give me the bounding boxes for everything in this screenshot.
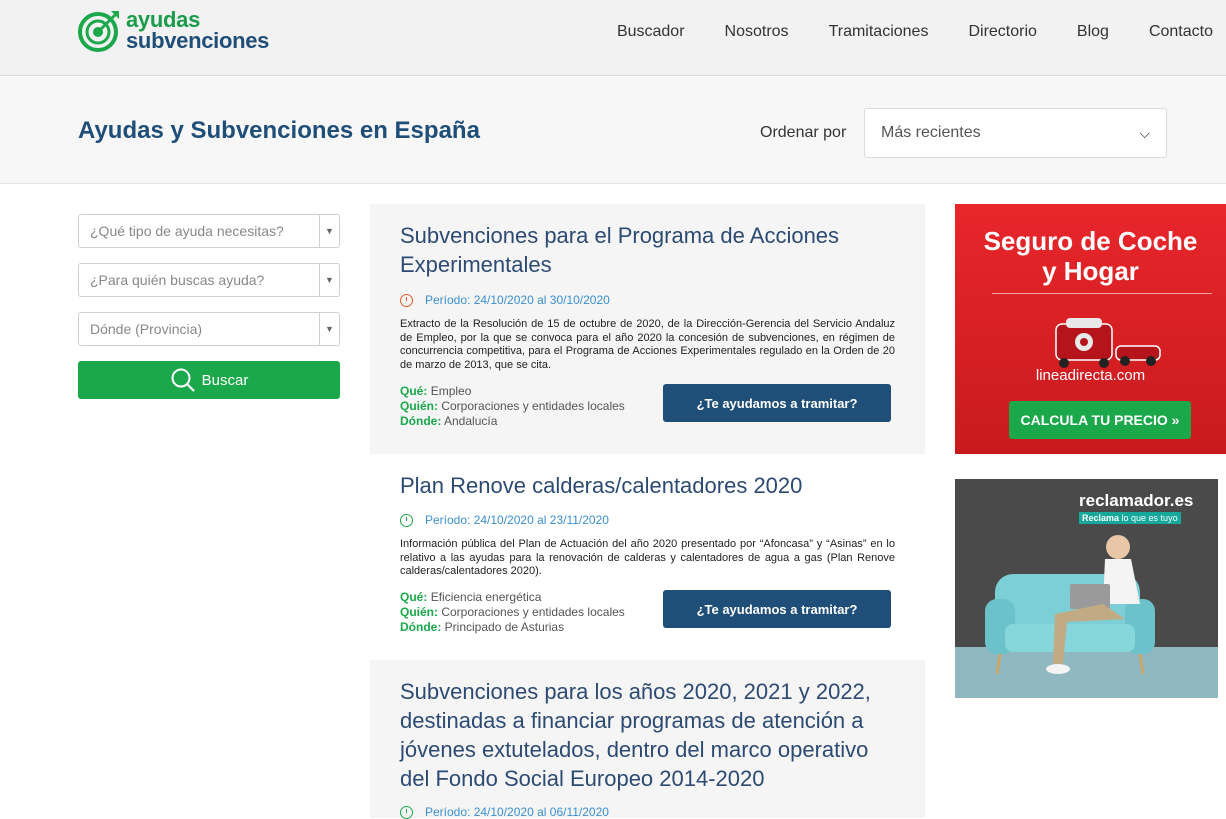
ad1-headline-line1: Seguro de Coche xyxy=(983,226,1198,256)
result-period-text: Período: 24/10/2020 al 30/10/2020 xyxy=(425,293,610,307)
result-meta: Qué: Empleo Quién: Corporaciones y entid… xyxy=(400,384,625,429)
result-card: Plan Renove calderas/calentadores 2020 P… xyxy=(370,454,925,660)
main-nav: Buscador Nosotros Tramitaciones Director… xyxy=(577,22,1226,42)
result-title[interactable]: Subvenciones para los años 2020, 2021 y … xyxy=(400,677,900,793)
clock-icon xyxy=(400,805,413,819)
tramitar-button[interactable]: ¿Te ayudamos a tramitar? xyxy=(663,590,891,628)
result-description: Extracto de la Resolución de 15 de octub… xyxy=(400,318,895,371)
dropdown-arrow-icon: ▼ xyxy=(319,215,339,247)
result-period: Período: 24/10/2020 al 06/11/2020 xyxy=(400,805,609,819)
tramitar-button[interactable]: ¿Te ayudamos a tramitar? xyxy=(663,384,891,422)
title-bar: Ayudas y Subvenciones en España Ordenar … xyxy=(0,77,1226,184)
que-label: Qué: xyxy=(400,590,428,604)
ad-reclamador[interactable]: reclamador.es Reclama lo que es tuyo xyxy=(955,479,1218,698)
clock-icon xyxy=(400,293,413,307)
result-period-text: Período: 24/10/2020 al 23/11/2020 xyxy=(425,513,609,527)
result-card: Subvenciones para el Programa de Accione… xyxy=(370,204,925,454)
nav-directorio[interactable]: Directorio xyxy=(968,22,1036,42)
search-icon xyxy=(171,368,195,392)
target-icon xyxy=(78,11,119,52)
quien-label: Quién: xyxy=(400,605,438,619)
ad2-brand: reclamador.es xyxy=(1079,491,1194,510)
nav-contacto[interactable]: Contacto xyxy=(1149,22,1213,42)
que-value: Empleo xyxy=(430,384,472,398)
provincia-select[interactable]: Dónde (Provincia) ▼ xyxy=(78,312,340,346)
ad2-tag-rest: lo que es tuyo xyxy=(1119,513,1178,523)
quien-value: Corporaciones y entidades locales xyxy=(441,399,625,413)
donde-label: Dónde: xyxy=(400,414,442,428)
search-button-label: Buscar xyxy=(201,371,249,389)
que-value: Eficiencia energética xyxy=(430,590,542,604)
dropdown-arrow-icon: ▼ xyxy=(319,313,339,345)
order-select-value: Más recientes xyxy=(881,124,981,141)
nav-buscador[interactable]: Buscador xyxy=(617,22,685,42)
order-select[interactable]: Más recientes ⌵ xyxy=(864,108,1167,158)
page-title: Ayudas y Subvenciones en España xyxy=(78,117,480,144)
result-period-text: Período: 24/10/2020 al 06/11/2020 xyxy=(425,805,609,819)
donde-value: Andalucía xyxy=(444,414,498,428)
para-quien-placeholder: ¿Para quién buscas ayuda? xyxy=(90,272,265,288)
ad1-headline-line2: y Hogar xyxy=(1042,256,1139,286)
que-label: Qué: xyxy=(400,384,428,398)
provincia-placeholder: Dónde (Provincia) xyxy=(90,321,203,337)
ad1-cta-button[interactable]: CALCULA TU PRECIO » xyxy=(1009,401,1191,439)
result-description: Información pública del Plan de Actuació… xyxy=(400,538,895,577)
quien-label: Quién: xyxy=(400,399,438,413)
ad2-tagline: Reclama lo que es tuyo xyxy=(1079,512,1181,524)
ad1-brand: lineadirecta.com xyxy=(1035,367,1146,384)
dropdown-arrow-icon: ▼ xyxy=(319,264,339,296)
ad2-tag-bold: Reclama xyxy=(1082,513,1120,523)
quien-value: Corporaciones y entidades locales xyxy=(441,605,625,619)
result-meta: Qué: Eficiencia energética Quién: Corpor… xyxy=(400,590,625,635)
result-title[interactable]: Plan Renove calderas/calentadores 2020 xyxy=(400,471,900,500)
ad-linea-directa[interactable]: Seguro de Coche y Hogar lineadirecta.com… xyxy=(955,204,1226,454)
para-quien-select[interactable]: ¿Para quién buscas ayuda? ▼ xyxy=(78,263,340,297)
top-bar: ayudas subvenciones Buscador Nosotros Tr… xyxy=(0,0,1226,76)
logo-line2: subvenciones xyxy=(126,28,270,53)
order-label: Ordenar por xyxy=(760,124,847,141)
result-card: Subvenciones para los años 2020, 2021 y … xyxy=(370,660,925,819)
tipo-ayuda-placeholder: ¿Qué tipo de ayuda necesitas? xyxy=(90,223,284,239)
ad1-headline: Seguro de Coche y Hogar xyxy=(955,226,1226,286)
nav-blog[interactable]: Blog xyxy=(1077,22,1109,42)
site-logo[interactable]: ayudas subvenciones xyxy=(78,8,269,52)
nav-nosotros[interactable]: Nosotros xyxy=(725,22,789,42)
donde-value: Principado de Asturias xyxy=(444,620,565,634)
donde-label: Dónde: xyxy=(400,620,442,634)
clock-icon xyxy=(400,513,413,527)
logo-line1: ayudas xyxy=(126,7,201,32)
nav-tramitaciones[interactable]: Tramitaciones xyxy=(829,22,929,42)
result-title[interactable]: Subvenciones para el Programa de Accione… xyxy=(400,221,900,279)
chevron-down-icon: ⌵ xyxy=(1139,124,1150,141)
search-button[interactable]: Buscar xyxy=(78,361,340,399)
tipo-ayuda-select[interactable]: ¿Qué tipo de ayuda necesitas? ▼ xyxy=(78,214,340,248)
result-period: Período: 24/10/2020 al 30/10/2020 xyxy=(400,293,610,307)
phone-car-icon xyxy=(1055,318,1161,368)
result-period: Período: 24/10/2020 al 23/11/2020 xyxy=(400,513,609,527)
ad1-divider xyxy=(992,293,1212,294)
